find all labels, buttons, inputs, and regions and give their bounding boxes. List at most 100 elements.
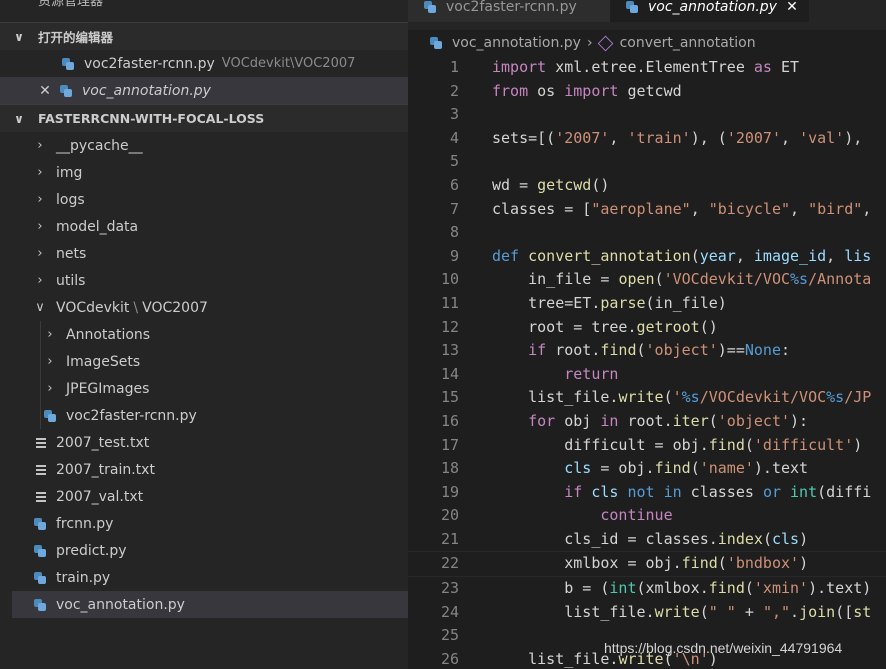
python-file-icon: [424, 1, 436, 13]
indent-guide: [40, 321, 41, 348]
code-line: 12 root = tree.getroot(): [408, 316, 886, 340]
folder-item[interactable]: › model_data: [0, 213, 408, 240]
folder-item[interactable]: › __pycache__: [0, 132, 408, 159]
project-header[interactable]: ∨ FASTERRCNN-WITH-FOCAL-LOSS: [0, 104, 408, 132]
chevron-down-icon: ∨: [14, 111, 24, 126]
code-line: 10 in_file = open('VOCdevkit/VOC%s/Annot…: [408, 268, 886, 292]
close-icon[interactable]: ✕: [785, 0, 799, 15]
tab-voc-annotation[interactable]: voc_annotation.py ✕: [610, 0, 809, 22]
folder-name: model_data: [56, 218, 139, 235]
tab-voc2faster-rcnn[interactable]: voc2faster-rcnn.py: [408, 0, 610, 22]
line-number: 11: [440, 293, 459, 312]
line-number: 23: [440, 579, 459, 598]
code-line: 3: [408, 103, 886, 127]
chevron-right-icon: ›: [37, 138, 43, 153]
file-name: frcnn.py: [56, 515, 114, 532]
code-line: 7 classes = ["aeroplane", "bicycle", "bir…: [408, 198, 886, 222]
file-name: voc_annotation.py: [56, 596, 185, 613]
line-number: 22: [440, 554, 459, 573]
code-line: 13 if root.find('object')==None:: [408, 339, 886, 363]
chevron-right-icon: ›: [37, 246, 43, 261]
folder-name: utils: [56, 272, 86, 289]
folder-name: logs: [56, 191, 85, 208]
code-line: 8: [408, 221, 886, 245]
tab-bar: voc2faster-rcnn.py voc_annotation.py ✕: [408, 0, 886, 30]
code-line-current: 22 xmlbox = obj.find('bndbox'): [408, 551, 886, 578]
chevron-right-icon: ›: [37, 192, 43, 207]
open-editors-header[interactable]: ∨ 打开的编辑器: [0, 22, 408, 50]
code-line: 1 import xml.etree.ElementTree as ET: [408, 56, 886, 80]
folder-item[interactable]: › utils: [0, 267, 408, 294]
code-line: 15 list_file.write('%s/VOCdevkit/VOC%s/J…: [408, 386, 886, 410]
line-number: 9: [449, 246, 459, 265]
python-file-icon: [34, 544, 46, 557]
method-cube-icon: [597, 35, 613, 51]
folder-item[interactable]: › logs: [0, 186, 408, 213]
line-number: 8: [449, 223, 459, 242]
line-number: 13: [440, 341, 459, 360]
file-item[interactable]: predict.py: [0, 537, 408, 564]
open-editors-label: 打开的编辑器: [38, 30, 114, 45]
indent-guide: [40, 375, 41, 402]
line-number: 2: [449, 81, 459, 100]
python-file-icon: [34, 517, 46, 530]
code-line: 21 cls_id = classes.index(cls): [408, 528, 886, 552]
line-number: 24: [440, 602, 459, 621]
code-line: 23 b = (int(xmlbox.find('xmin').text): [408, 577, 886, 601]
file-name: 2007_train.txt: [56, 461, 155, 478]
python-file-icon: [34, 571, 46, 584]
chevron-right-icon: ›: [37, 165, 43, 180]
open-editor-name: voc2faster-rcnn.py: [84, 55, 215, 72]
line-number: 4: [449, 128, 459, 147]
line-number: 10: [440, 270, 459, 289]
code-line: 4 sets=[('2007', 'train'), ('2007', 'val'…: [408, 127, 886, 151]
chevron-right-icon: ›: [47, 327, 53, 342]
folder-item[interactable]: › ImageSets: [0, 348, 408, 375]
tab-label: voc_annotation.py: [648, 0, 777, 15]
line-number: 17: [440, 435, 459, 454]
breadcrumb-file[interactable]: voc_annotation.py: [452, 35, 581, 51]
file-item[interactable]: 2007_test.txt: [0, 429, 408, 456]
folder-item[interactable]: › Annotations: [0, 321, 408, 348]
file-name: 2007_test.txt: [56, 434, 150, 451]
close-icon[interactable]: ✕: [38, 83, 52, 99]
file-item[interactable]: train.py: [0, 564, 408, 591]
indent-guide: [40, 402, 41, 429]
folder-item[interactable]: › nets: [0, 240, 408, 267]
line-number: 1: [449, 58, 459, 76]
file-item[interactable]: frcnn.py: [0, 510, 408, 537]
code-line: 2 from os import getcwd: [408, 80, 886, 104]
file-item-selected[interactable]: voc_annotation.py: [12, 591, 408, 618]
explorer-sidebar: 资源管理器 ∨ 打开的编辑器 voc2faster-rcnn.py VOCdev…: [0, 0, 408, 669]
code-line: 24 list_file.write(" " + ",".join([st: [408, 601, 886, 625]
file-name: 2007_val.txt: [56, 488, 144, 505]
open-editor-item[interactable]: voc2faster-rcnn.py VOCdevkit\VOC2007: [0, 50, 408, 77]
folder-name: img: [56, 164, 83, 181]
code-editor[interactable]: 1 import xml.etree.ElementTree as ET 2 fro…: [408, 56, 886, 669]
folder-name-sub: VOC2007: [142, 299, 208, 316]
file-name: predict.py: [56, 542, 127, 559]
line-number: 16: [440, 411, 459, 430]
chevron-right-icon: ›: [586, 35, 593, 51]
code-line: 18 cls = obj.find('name').text: [408, 457, 886, 481]
editor-area: voc2faster-rcnn.py voc_annotation.py ✕ v…: [408, 0, 886, 669]
file-item[interactable]: voc2faster-rcnn.py: [0, 402, 408, 429]
code-line: 20 continue: [408, 504, 886, 528]
python-file-icon: [62, 57, 74, 70]
code-line: 5: [408, 150, 886, 174]
tab-label: voc2faster-rcnn.py: [446, 0, 577, 15]
code-line: 17 difficult = obj.find('difficult'): [408, 434, 886, 458]
folder-item[interactable]: › img: [0, 159, 408, 186]
text-file-icon: [36, 464, 46, 475]
open-editor-item[interactable]: ✕ voc_annotation.py: [0, 77, 408, 104]
open-editor-name: voc_annotation.py: [82, 82, 211, 99]
file-name: voc2faster-rcnn.py: [66, 407, 197, 424]
file-item[interactable]: 2007_val.txt: [0, 483, 408, 510]
folder-item[interactable]: › JPEGImages: [0, 375, 408, 402]
folder-name: JPEGImages: [66, 380, 150, 397]
folder-item-expanded[interactable]: ∨ VOCdevkit \ VOC2007: [0, 294, 408, 321]
line-number: 3: [449, 105, 459, 124]
breadcrumb-symbol[interactable]: convert_annotation: [620, 35, 756, 51]
file-item[interactable]: 2007_train.txt: [0, 456, 408, 483]
watermark-text: https://blog.csdn.net/weixin_44791964: [604, 640, 843, 656]
